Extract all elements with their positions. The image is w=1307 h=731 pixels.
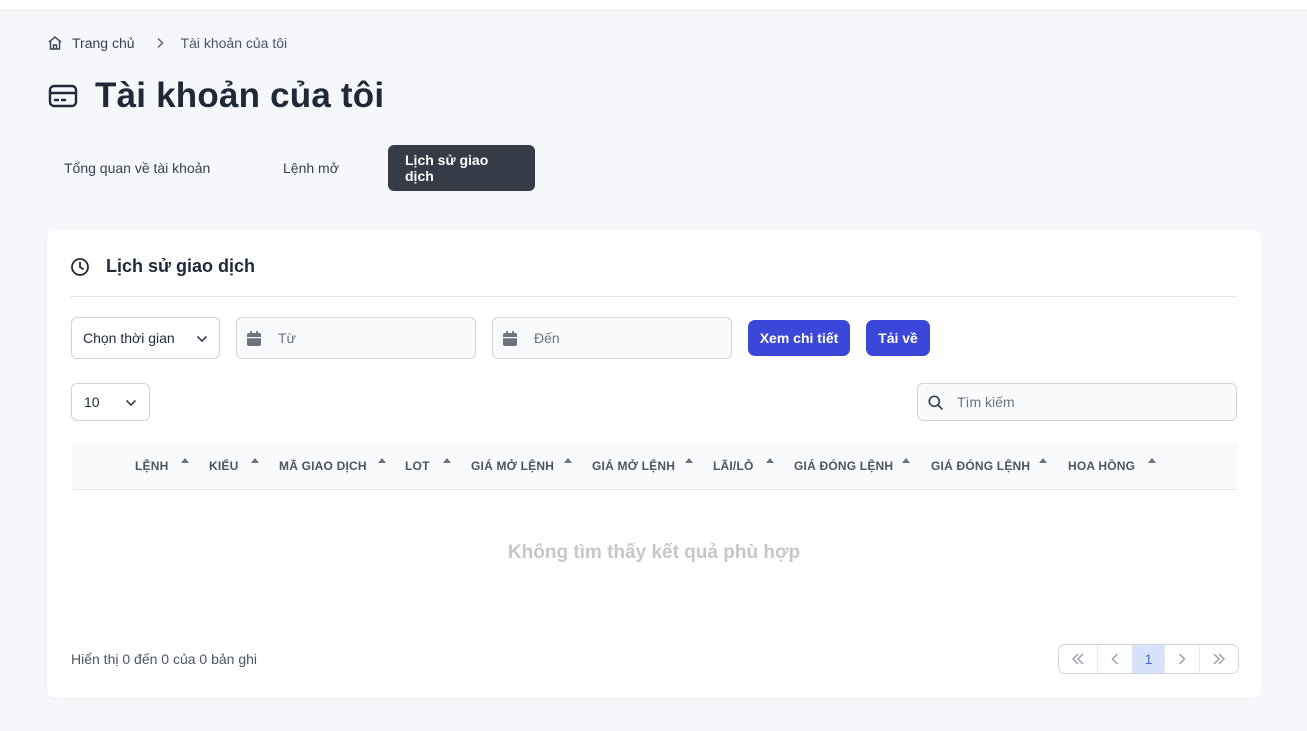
chevron-right-icon xyxy=(155,37,165,49)
column-header[interactable]: GIÁ MỞ LỆNH xyxy=(471,442,572,490)
sort-icon xyxy=(685,458,693,463)
search-box xyxy=(917,383,1237,421)
home-icon[interactable] xyxy=(47,35,63,51)
sort-icon xyxy=(1148,458,1156,463)
sort-icon xyxy=(378,458,386,463)
card-header: Lịch sử giao dịch xyxy=(70,256,255,277)
column-header[interactable]: GIÁ ĐÓNG LỆNH xyxy=(931,442,1047,490)
breadcrumb-home-link[interactable]: Trang chủ xyxy=(72,35,135,51)
column-header[interactable]: LOT xyxy=(405,442,451,490)
first-page-button[interactable] xyxy=(1059,645,1098,673)
column-header[interactable]: KIỂU xyxy=(209,442,259,490)
page-header: Tài khoản của tôi xyxy=(47,76,384,116)
breadcrumb: Trang chủ Tài khoản của tôi xyxy=(47,34,287,52)
search-input[interactable] xyxy=(957,394,1217,410)
top-bar xyxy=(0,0,1307,11)
double-chevron-right-icon xyxy=(1213,653,1226,665)
next-page-button[interactable] xyxy=(1165,645,1200,673)
date-to-input[interactable]: Đến xyxy=(492,317,732,359)
previous-page-button[interactable] xyxy=(1098,645,1133,673)
empty-message: Không tìm thấy kết quả phù hợp xyxy=(507,542,801,563)
tab-open-orders[interactable]: Lệnh mở xyxy=(237,145,378,191)
column-header[interactable]: GIÁ ĐÓNG LỆNH xyxy=(794,442,910,490)
page-button-current[interactable]: 1 xyxy=(1133,645,1165,673)
period-select-value: Chọn thời gian xyxy=(83,330,175,346)
date-from-input[interactable]: Từ xyxy=(236,317,476,359)
column-header[interactable]: HOA HỒNG xyxy=(1068,442,1156,490)
tab-account-overview[interactable]: Tổng quan về tài khoản xyxy=(47,145,237,191)
last-page-button[interactable] xyxy=(1200,645,1238,673)
sort-icon xyxy=(251,458,259,463)
table-header: LỆNH KIỂU MÃ GIAO DỊCH LOT GIÁ MỞ LỆNH G… xyxy=(71,442,1237,490)
column-header[interactable]: LÃI/LỖ xyxy=(713,442,774,490)
period-select[interactable]: Chọn thời gian xyxy=(71,317,220,359)
column-header[interactable]: MÃ GIAO DỊCH xyxy=(279,442,386,490)
download-button[interactable]: Tải về xyxy=(866,320,930,356)
date-to-placeholder: Đến xyxy=(534,330,560,346)
trade-history-card: Lịch sử giao dịch Chọn thời gian Từ Đến … xyxy=(47,230,1261,698)
account-tabs: Tổng quan về tài khoản Lệnh mở Lịch sử g… xyxy=(47,145,535,191)
view-details-button[interactable]: Xem chi tiết xyxy=(748,320,850,356)
sort-icon xyxy=(443,458,451,463)
divider xyxy=(70,296,1237,297)
chevron-down-icon xyxy=(125,394,137,410)
card-title: Lịch sử giao dịch xyxy=(106,256,256,276)
page-size-value: 10 xyxy=(84,394,100,410)
page-size-select[interactable]: 10 xyxy=(71,383,150,421)
sort-icon xyxy=(902,458,910,463)
column-header[interactable]: GIÁ MỞ LỆNH xyxy=(592,442,693,490)
credit-card-icon xyxy=(47,80,79,112)
double-chevron-left-icon xyxy=(1071,653,1084,665)
pagination: 1 xyxy=(1058,644,1239,674)
sort-icon xyxy=(181,458,189,463)
chevron-left-icon xyxy=(1111,653,1119,665)
page-title: Tài khoản của tôi xyxy=(95,76,385,115)
sort-icon xyxy=(766,458,774,463)
records-info: Hiển thị 0 đến 0 của 0 bản ghi xyxy=(71,651,258,667)
breadcrumb-current: Tài khoản của tôi xyxy=(180,35,288,51)
chevron-right-icon xyxy=(1178,653,1186,665)
clock-icon xyxy=(70,257,90,277)
tab-trade-history[interactable]: Lịch sử giao dịch xyxy=(388,145,535,191)
sort-icon xyxy=(1039,458,1047,463)
column-header[interactable]: LỆNH xyxy=(135,442,189,490)
calendar-icon xyxy=(503,330,517,346)
date-from-placeholder: Từ xyxy=(278,330,296,346)
sort-icon xyxy=(564,458,572,463)
search-icon xyxy=(928,394,943,410)
chevron-down-icon xyxy=(196,330,208,346)
calendar-icon xyxy=(247,330,261,346)
